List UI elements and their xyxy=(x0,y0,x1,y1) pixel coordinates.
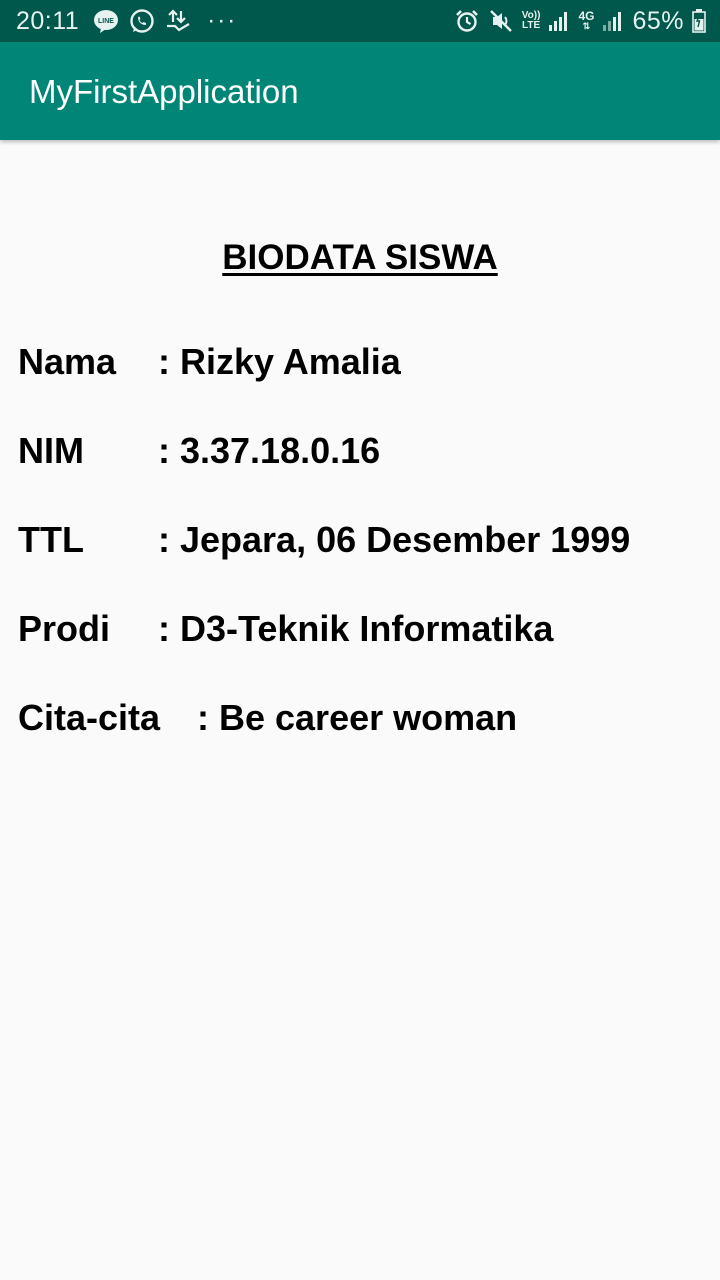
biodata-content: BIODATA SISWA Nama : Rizky Amalia NIM : … xyxy=(0,140,720,1280)
page-heading: BIODATA SISWA xyxy=(222,238,498,277)
battery-icon xyxy=(692,9,706,33)
more-dots-icon: ··· xyxy=(207,7,238,34)
row-label: TTL xyxy=(18,519,84,560)
svg-text:LINE: LINE xyxy=(98,18,114,25)
row-label: NIM xyxy=(18,430,84,471)
status-time: 20:11 xyxy=(16,6,80,35)
alarm-icon xyxy=(454,8,480,34)
volte-icon: Vo)) LTE xyxy=(522,11,541,31)
network-arrows-icon: ⇅ xyxy=(582,21,591,31)
network-type-icon: 4G ⇅ xyxy=(578,9,595,31)
row-value: : Be career woman xyxy=(197,697,518,738)
row-value: : Rizky Amalia xyxy=(158,341,401,382)
whatsapp-icon xyxy=(129,8,155,34)
row-label: Cita-cita xyxy=(18,697,161,738)
row-label: Prodi xyxy=(18,608,111,649)
row-label: Nama xyxy=(18,341,117,382)
network-type-label: 4G xyxy=(578,9,595,23)
signal-icon xyxy=(548,10,570,32)
status-right-group: Vo)) LTE 4G ⇅ 65% xyxy=(454,0,706,42)
app-title: MyFirstApplication xyxy=(29,73,299,110)
app-bar: MyFirstApplication xyxy=(0,42,720,140)
row-value: : 3.37.18.0.16 xyxy=(158,430,381,471)
battery-percentage: 65% xyxy=(632,6,684,35)
volte-bottom-label: LTE xyxy=(522,20,541,31)
status-left-group: 20:11 LINE ··· xyxy=(16,0,237,42)
line-icon: LINE xyxy=(93,9,119,33)
mute-icon xyxy=(488,8,514,34)
row-value: : Jepara, 06 Desember 1999 xyxy=(158,519,631,560)
data-transfer-icon xyxy=(165,8,191,34)
status-bar: 20:11 LINE ··· Vo)) LTE 4G ⇅ 65% xyxy=(0,0,720,42)
row-value: : D3-Teknik Informatika xyxy=(158,608,554,649)
signal-icon xyxy=(602,10,624,32)
